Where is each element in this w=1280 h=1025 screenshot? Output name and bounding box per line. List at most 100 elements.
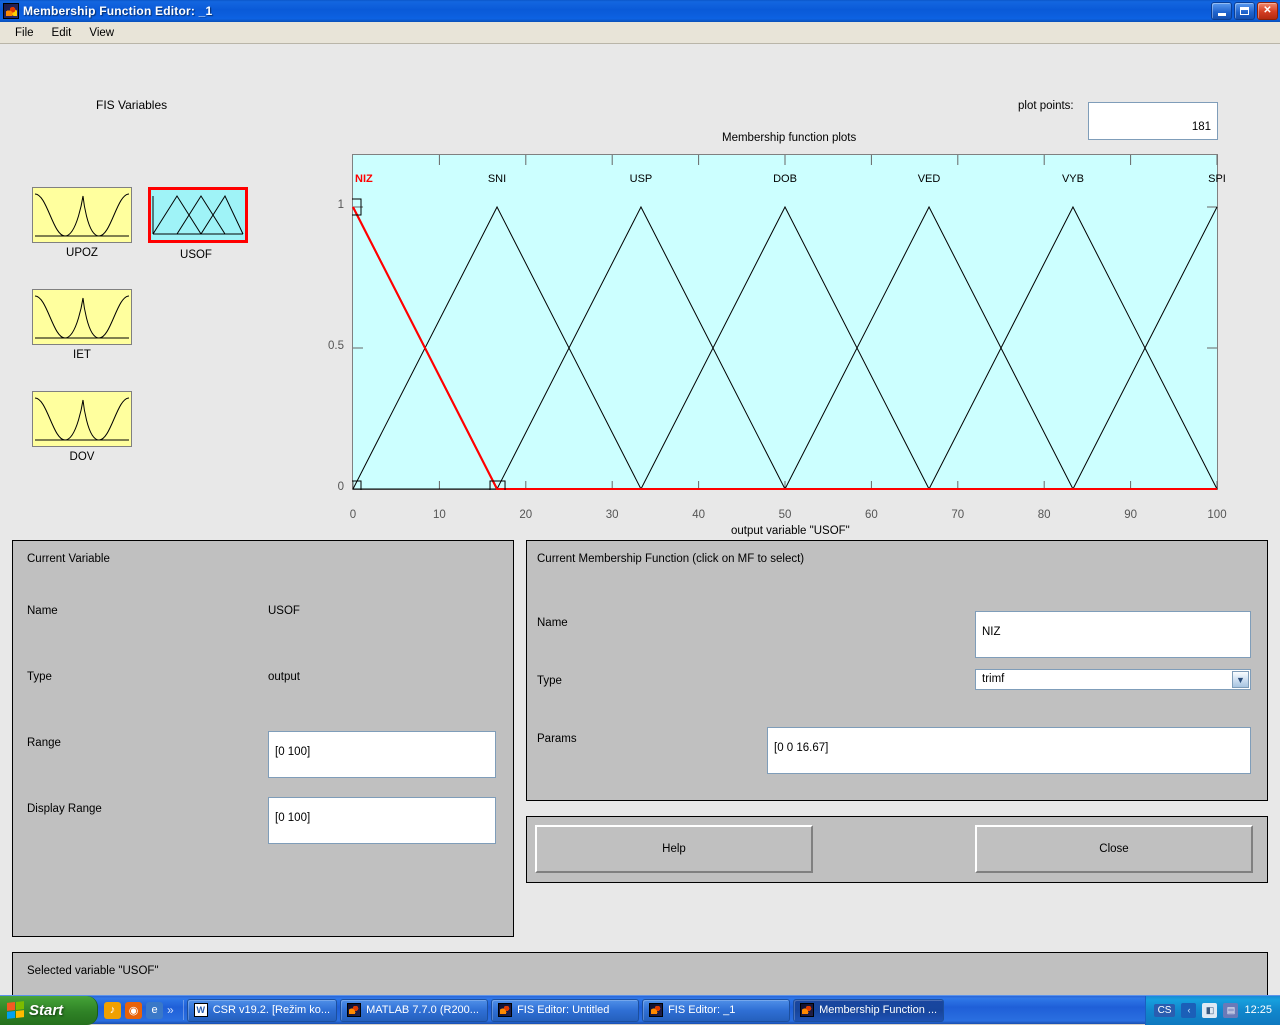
minimize-icon	[1218, 13, 1226, 16]
fis-variable-iet[interactable]	[32, 289, 132, 345]
quick-launch-bar: ♪ ◉ e »	[98, 1002, 180, 1019]
taskbar-item-label: FIS Editor: Untitled	[517, 1004, 609, 1016]
help-button[interactable]: Help	[535, 825, 813, 873]
variable-display-range-label: Display Range	[27, 803, 102, 815]
media-player-icon[interactable]: ♪	[104, 1002, 121, 1019]
mf-type-selected-value: trimf	[982, 673, 1004, 685]
mf-label-niz[interactable]: NIZ	[355, 173, 373, 185]
y-tick-0-5: 0.5	[314, 340, 344, 352]
close-icon: ✕	[1263, 6, 1271, 16]
dov-thumbnail-icon	[33, 392, 131, 446]
variable-name-value: USOF	[268, 605, 300, 617]
start-button[interactable]: Start	[0, 996, 98, 1025]
mf-params-label: Params	[537, 733, 577, 745]
application-window: Membership Function Editor: _1 ✕ File Ed…	[0, 0, 1280, 1024]
back-arrow-icon[interactable]: ‹	[1181, 1003, 1196, 1018]
clock[interactable]: 12:25	[1244, 1004, 1272, 1016]
system-tray: CS ‹ ◧ ▤ 12:25	[1145, 996, 1280, 1025]
taskbar-item-1[interactable]: MATLAB 7.7.0 (R200...	[340, 999, 488, 1022]
taskbar-item-label: MATLAB 7.7.0 (R200...	[366, 1004, 479, 1016]
taskbar-item-label: Membership Function ...	[819, 1004, 937, 1016]
matlab-icon	[649, 1003, 663, 1017]
volume-icon[interactable]: ◧	[1202, 1003, 1217, 1018]
close-panel-button[interactable]: Close	[975, 825, 1253, 873]
mf-label-ved[interactable]: VED	[918, 173, 941, 185]
current-mf-title: Current Membership Function (click on MF…	[537, 553, 804, 565]
x-tick-20: 20	[506, 509, 546, 521]
network-icon[interactable]: ▤	[1223, 1003, 1238, 1018]
windows-flag-icon	[7, 1001, 24, 1019]
close-button-label: Close	[1099, 843, 1128, 855]
x-tick-80: 80	[1024, 509, 1064, 521]
matlab-icon	[800, 1003, 814, 1017]
chevron-down-icon[interactable]: ▼	[1232, 671, 1249, 688]
mf-label-spi[interactable]: SPI	[1208, 173, 1226, 185]
language-indicator[interactable]: CS	[1154, 1004, 1176, 1017]
variable-type-label: Type	[27, 671, 52, 683]
menu-bar: File Edit View	[0, 22, 1280, 44]
window-titlebar: Membership Function Editor: _1 ✕	[0, 0, 1280, 22]
menu-view[interactable]: View	[80, 25, 123, 41]
start-button-label: Start	[29, 1002, 63, 1019]
mf-label-usp[interactable]: USP	[630, 173, 653, 185]
maximize-button[interactable]	[1234, 2, 1255, 20]
maximize-icon	[1240, 7, 1249, 15]
plot-points-label: plot points:	[1018, 100, 1074, 112]
x-axis-label: output variable "USOF"	[731, 525, 850, 537]
mf-type-select[interactable]: trimf ▼	[975, 669, 1251, 690]
current-variable-title: Current Variable	[27, 553, 110, 565]
button-panel: Help Close	[526, 816, 1268, 883]
plot-points-input[interactable]: 181	[1088, 102, 1218, 140]
x-tick-10: 10	[419, 509, 459, 521]
mf-label-dob[interactable]: DOB	[773, 173, 797, 185]
current-variable-panel: Current Variable Name USOF Type output R…	[12, 540, 514, 937]
matlab-icon	[498, 1003, 512, 1017]
fis-variable-iet-label: IET	[32, 349, 132, 361]
mf-label-vyb[interactable]: VYB	[1062, 173, 1084, 185]
variable-type-value: output	[268, 671, 300, 683]
fis-variable-usof[interactable]	[148, 187, 248, 243]
matlab-icon	[347, 1003, 361, 1017]
plot-canvas[interactable]	[352, 154, 1218, 490]
taskbar-item-0[interactable]: WCSR v19.2. [Režim ko...	[187, 999, 337, 1022]
variable-name-label: Name	[27, 605, 58, 617]
chevron-double-right-icon[interactable]: »	[167, 1003, 174, 1017]
close-button[interactable]: ✕	[1257, 2, 1278, 20]
chart-title: Membership function plots	[722, 132, 856, 144]
x-tick-70: 70	[938, 509, 978, 521]
variable-range-label: Range	[27, 737, 61, 749]
membership-function-plot[interactable]	[352, 154, 1218, 490]
taskbar-item-3[interactable]: FIS Editor: _1	[642, 999, 790, 1022]
menu-file[interactable]: File	[6, 25, 43, 41]
usof-thumbnail-icon	[151, 190, 245, 240]
minimize-button[interactable]	[1211, 2, 1232, 20]
word-doc-icon: W	[194, 1003, 208, 1017]
firefox-icon[interactable]: ◉	[125, 1002, 142, 1019]
matlab-icon	[3, 3, 19, 19]
mf-name-label: Name	[537, 617, 568, 629]
mf-name-input[interactable]: NIZ	[975, 611, 1251, 658]
iet-thumbnail-icon	[33, 290, 131, 344]
x-tick-100: 100	[1197, 509, 1237, 521]
mf-label-sni[interactable]: SNI	[488, 173, 506, 185]
fis-variable-upoz[interactable]	[32, 187, 132, 243]
taskbar: Start ♪ ◉ e » WCSR v19.2. [Režim ko... MA…	[0, 995, 1280, 1024]
x-tick-90: 90	[1111, 509, 1151, 521]
x-tick-0: 0	[333, 509, 373, 521]
fis-variable-dov[interactable]	[32, 391, 132, 447]
client-area: FIS Variables UPOZ USOF IET	[0, 44, 1280, 995]
menu-edit[interactable]: Edit	[43, 25, 81, 41]
variable-display-range-input[interactable]: [0 100]	[268, 797, 496, 844]
status-text: Selected variable "USOF"	[27, 965, 159, 977]
taskbar-item-2[interactable]: FIS Editor: Untitled	[491, 999, 639, 1022]
mf-type-label: Type	[537, 675, 562, 687]
fis-variables-heading: FIS Variables	[96, 98, 167, 112]
fis-variable-dov-label: DOV	[32, 451, 132, 463]
taskbar-item-4[interactable]: Membership Function ...	[793, 999, 944, 1022]
browser-icon[interactable]: e	[146, 1002, 163, 1019]
current-mf-panel: Current Membership Function (click on MF…	[526, 540, 1268, 801]
variable-range-input[interactable]: [0 100]	[268, 731, 496, 778]
taskbar-item-label: FIS Editor: _1	[668, 1004, 735, 1016]
mf-params-input[interactable]: [0 0 16.67]	[767, 727, 1251, 774]
fis-variable-usof-label: USOF	[146, 249, 246, 261]
